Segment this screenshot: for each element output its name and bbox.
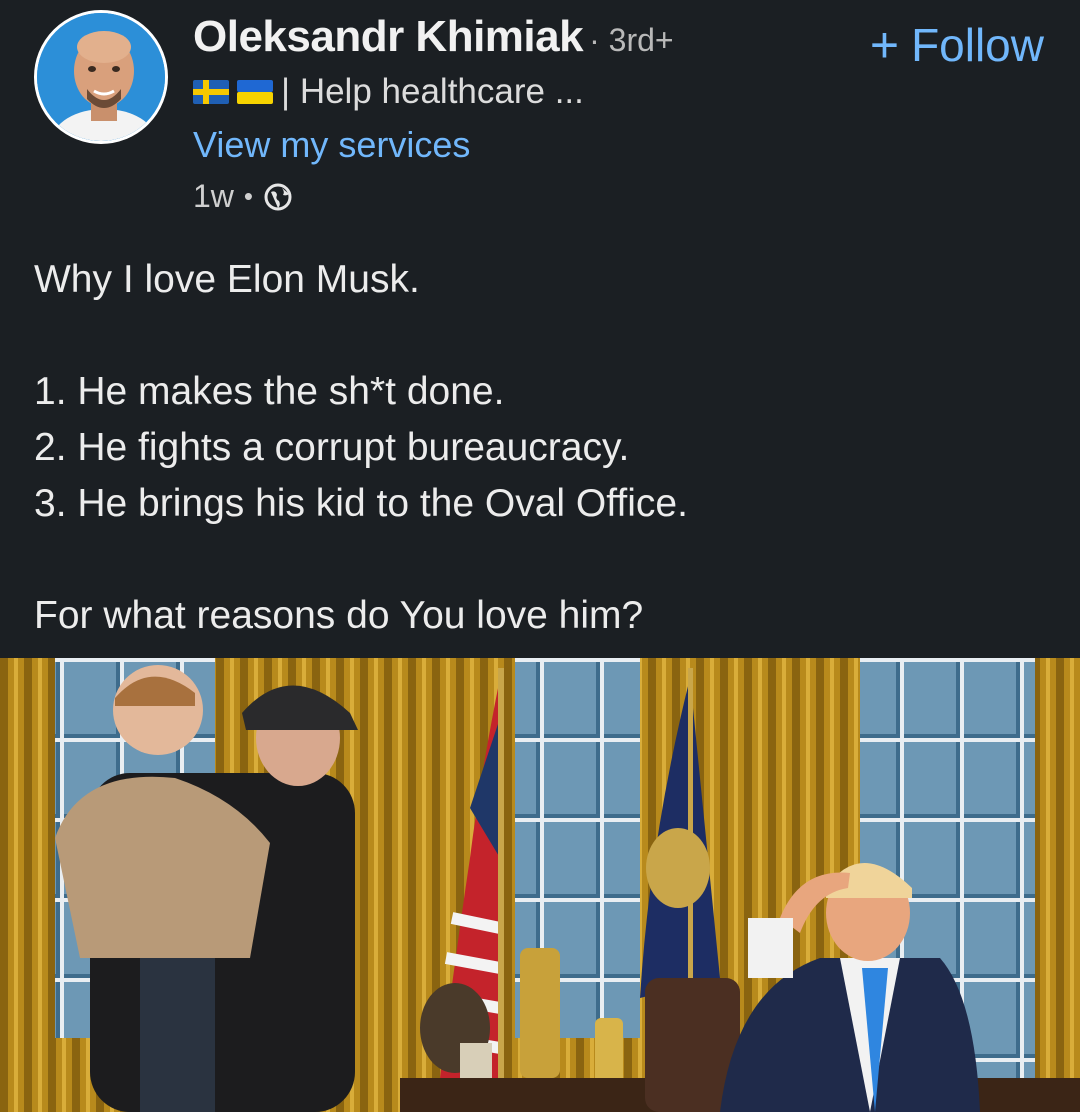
sweden-flag-icon xyxy=(193,80,229,104)
post-line: For what reasons do You love him? xyxy=(34,594,644,637)
connection-degree-label: 3rd+ xyxy=(608,22,674,58)
post-line: 3. He brings his kid to the Oval Office. xyxy=(34,482,688,525)
author-headline-row: | Help healthcare ... xyxy=(193,72,584,112)
post-line: 2. He fights a corrupt bureaucracy. xyxy=(34,426,630,469)
connection-degree: · 3rd+ xyxy=(589,22,674,58)
avatar-portrait xyxy=(37,13,165,141)
meta-separator: • xyxy=(243,181,254,211)
post-body: Why I love Elon Musk. 1. He makes the sh… xyxy=(34,252,1044,644)
globe-icon xyxy=(264,183,292,210)
oval-office-photo xyxy=(0,658,1080,1112)
follow-button[interactable]: + Follow xyxy=(870,18,1044,72)
post-time: 1w xyxy=(193,178,234,214)
ukraine-flag-icon xyxy=(237,80,273,104)
post-meta: 1w • xyxy=(193,178,293,215)
follow-label: Follow xyxy=(911,19,1044,71)
author-avatar[interactable] xyxy=(34,10,168,144)
feed-post: Oleksandr Khimiak · 3rd+ + Follow | Help… xyxy=(0,0,1080,1112)
post-line: 1. He makes the sh*t done. xyxy=(34,370,505,413)
post-line: Why I love Elon Musk. xyxy=(34,258,420,301)
view-services-link[interactable]: View my services xyxy=(193,124,470,166)
author-headline: | Help healthcare ... xyxy=(281,72,584,111)
plus-icon: + xyxy=(869,17,900,73)
post-image[interactable] xyxy=(0,658,1080,1112)
author-name[interactable]: Oleksandr Khimiak xyxy=(193,12,584,62)
author-name-row: Oleksandr Khimiak · 3rd+ xyxy=(193,12,674,62)
